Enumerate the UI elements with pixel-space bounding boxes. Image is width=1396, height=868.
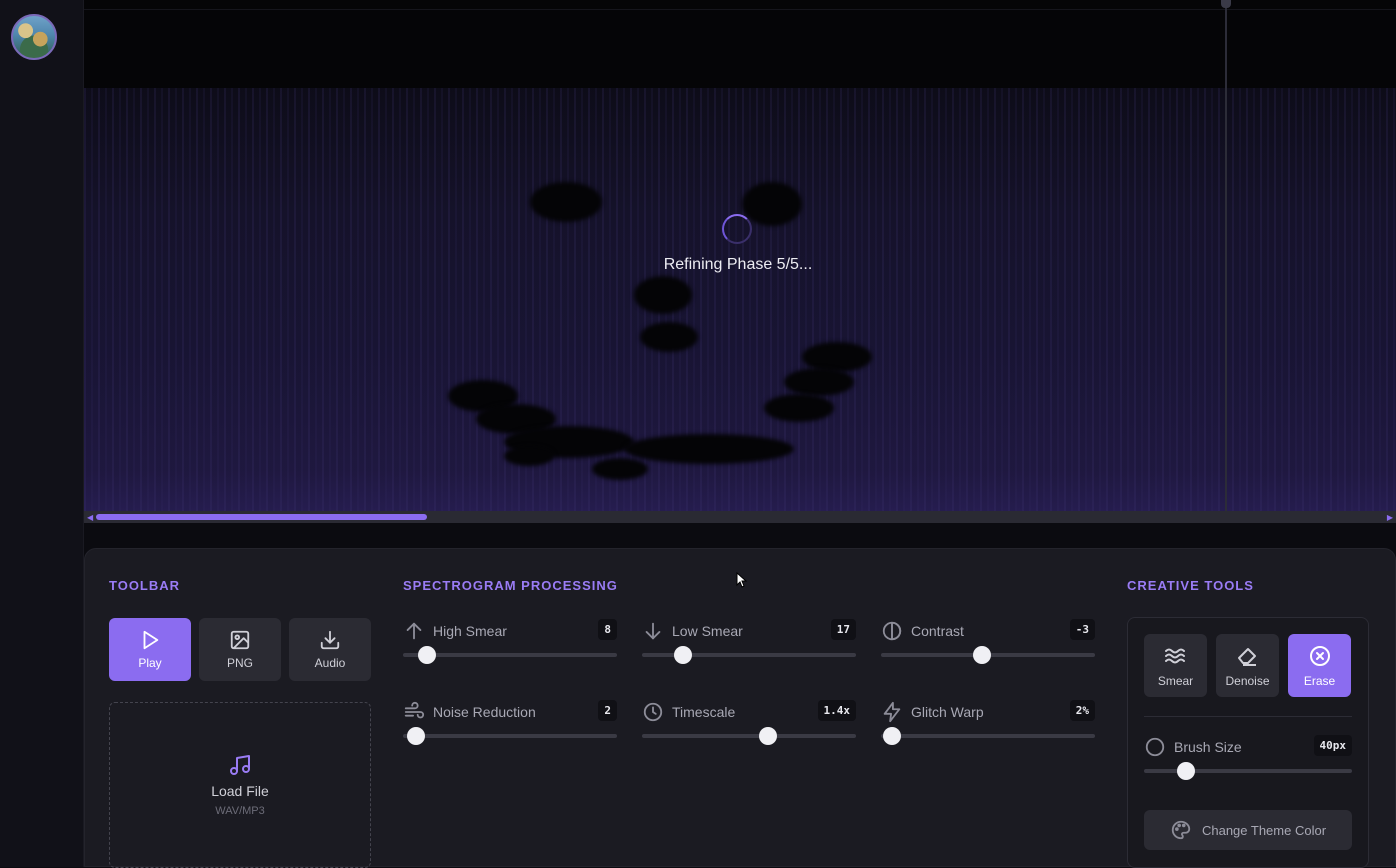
- erased-region: [764, 394, 834, 422]
- download-icon: [320, 630, 340, 650]
- erased-region: [784, 368, 854, 396]
- erased-region: [592, 458, 648, 480]
- slider-value: 17: [830, 619, 856, 640]
- play-button-label: Play: [138, 656, 162, 670]
- timeline-ruler: [84, 0, 1396, 10]
- creative-title: CREATIVE TOOLS: [1127, 578, 1254, 593]
- slider-label: Contrast: [911, 623, 964, 639]
- slider-knob[interactable]: [972, 646, 991, 664]
- contrast-icon: [882, 621, 902, 641]
- slider-label: High Smear: [433, 623, 507, 639]
- slider-timescale: Timescale 1.4x: [642, 699, 856, 745]
- erased-region: [742, 182, 802, 226]
- smear-tool-label: Smear: [1157, 673, 1194, 688]
- slider-label: Low Smear: [672, 623, 743, 639]
- slider-value: 40px: [1313, 735, 1352, 756]
- slider-value: 8: [598, 619, 617, 640]
- avatar[interactable]: [11, 14, 57, 60]
- mouse-cursor-icon: [736, 572, 748, 588]
- erased-region: [634, 276, 692, 314]
- creative-tools-card: Smear Denoise Erase Brush Size 40px Chan…: [1127, 617, 1369, 868]
- load-file-dropzone[interactable]: Load File WAV/MP3: [109, 702, 371, 868]
- slider-high-smear: High Smear 8: [403, 618, 617, 664]
- palette-icon: [1171, 820, 1191, 840]
- load-file-title: Load File: [211, 783, 269, 799]
- scrollbar-thumb[interactable]: [96, 514, 427, 520]
- change-theme-color-button[interactable]: Change Theme Color: [1144, 810, 1352, 850]
- play-icon: [143, 630, 159, 650]
- slider-label: Glitch Warp: [911, 704, 984, 720]
- left-rail: [0, 0, 84, 867]
- audio-button-label: Audio: [314, 656, 346, 670]
- erased-region: [624, 434, 794, 464]
- clock-icon: [643, 702, 663, 722]
- lightning-icon: [883, 701, 901, 723]
- playhead-handle[interactable]: [1221, 0, 1231, 8]
- slider-label: Noise Reduction: [433, 704, 536, 720]
- slider-knob[interactable]: [882, 727, 901, 745]
- loading-status: Refining Phase 5/5...: [663, 256, 813, 273]
- slider-track[interactable]: [1144, 762, 1352, 780]
- slider-track[interactable]: [881, 646, 1095, 664]
- slider-track[interactable]: [642, 727, 856, 745]
- slider-track[interactable]: [403, 646, 617, 664]
- slider-value: 2: [598, 700, 617, 721]
- play-button[interactable]: Play: [109, 618, 191, 681]
- denoise-tool-label: Denoise: [1225, 673, 1270, 688]
- toolbar-title: TOOLBAR: [109, 578, 181, 593]
- x-circle-icon: [1309, 645, 1330, 666]
- slider-track[interactable]: [642, 646, 856, 664]
- erased-region: [504, 446, 554, 466]
- arrow-down-icon: [645, 622, 661, 640]
- slider-track[interactable]: [403, 727, 617, 745]
- slider-knob[interactable]: [406, 727, 425, 745]
- slider-value: 2%: [1069, 700, 1095, 721]
- change-theme-color-label: Change Theme Color: [1201, 822, 1327, 838]
- png-button[interactable]: PNG: [199, 618, 281, 681]
- timeline-scrollbar[interactable]: ◀ ▶: [84, 511, 1396, 523]
- scroll-left-icon[interactable]: ◀: [87, 513, 93, 522]
- slider-knob[interactable]: [1176, 762, 1195, 780]
- control-panel: TOOLBAR Play PNG Audio Load File WAV/MP3…: [84, 548, 1396, 868]
- erased-region: [530, 182, 602, 222]
- image-icon: [230, 630, 250, 650]
- png-button-label: PNG: [226, 656, 253, 670]
- processing-title: SPECTROGRAM PROCESSING: [403, 578, 618, 593]
- scroll-right-icon[interactable]: ▶: [1387, 513, 1393, 522]
- slider-value: 1.4x: [817, 700, 856, 721]
- denoise-tool-button[interactable]: Denoise: [1216, 634, 1279, 697]
- smear-tool-button[interactable]: Smear: [1144, 634, 1207, 697]
- slider-knob[interactable]: [759, 727, 778, 745]
- erased-region: [640, 322, 698, 352]
- slider-knob[interactable]: [673, 646, 692, 664]
- load-file-subtitle: WAV/MP3: [215, 805, 265, 817]
- erase-tool-label: Erase: [1303, 673, 1336, 688]
- arrow-up-icon: [406, 622, 422, 640]
- music-note-icon: [230, 755, 250, 775]
- erase-tool-button[interactable]: Erase: [1288, 634, 1351, 697]
- playhead[interactable]: [1225, 0, 1227, 512]
- slider-track[interactable]: [881, 727, 1095, 745]
- slider-contrast: Contrast -3: [881, 618, 1095, 664]
- eraser-icon: [1237, 647, 1256, 666]
- circle-icon: [1145, 737, 1165, 757]
- wind-icon: [404, 701, 425, 719]
- slider-brush-size: Brush Size 40px: [1144, 734, 1352, 780]
- audio-button[interactable]: Audio: [289, 618, 371, 681]
- waves-icon: [1164, 648, 1185, 663]
- slider-noise-reduction: Noise Reduction 2: [403, 699, 617, 745]
- slider-label: Brush Size: [1174, 739, 1242, 755]
- slider-label: Timescale: [672, 704, 736, 720]
- slider-low-smear: Low Smear 17: [642, 618, 856, 664]
- slider-glitch-warp: Glitch Warp 2%: [881, 699, 1095, 745]
- spectrogram-canvas[interactable]: Refining Phase 5/5...: [84, 0, 1396, 512]
- loading-spinner: [722, 214, 752, 244]
- slider-value: -3: [1069, 619, 1095, 640]
- divider: [1144, 716, 1352, 717]
- slider-knob[interactable]: [417, 646, 436, 664]
